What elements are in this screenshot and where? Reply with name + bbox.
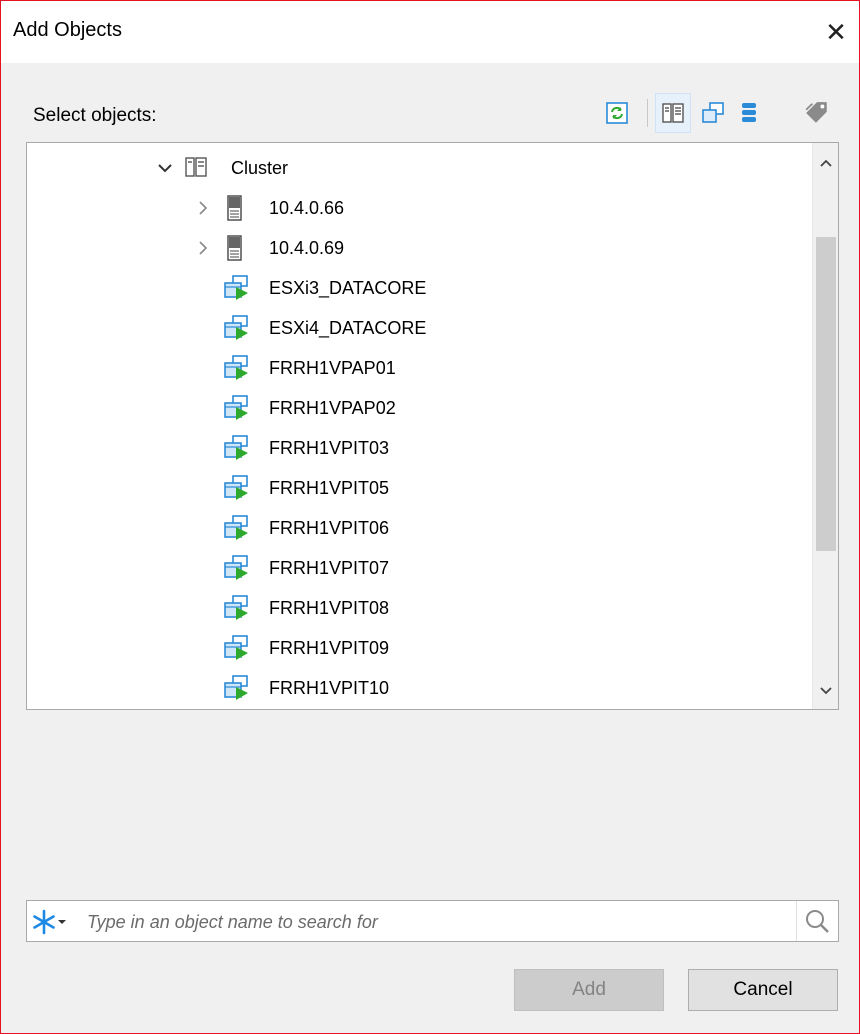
tree-node-host[interactable]: 10.4.0.69: [27, 228, 807, 268]
search-input[interactable]: [85, 907, 785, 937]
vm-icon: [223, 435, 249, 461]
tree-node-label: Cluster: [231, 157, 289, 178]
chevron-down-icon[interactable]: [155, 158, 175, 178]
add-button[interactable]: Add: [514, 969, 664, 1011]
vm-icon: [223, 595, 249, 621]
tree-node-vm[interactable]: ESXi4_DATACORE: [27, 308, 807, 348]
vm-icon: [223, 395, 249, 421]
search-box: [26, 900, 839, 942]
chevron-right-icon[interactable]: [193, 198, 213, 218]
tree-node-label: FRRH1VPIT10: [269, 677, 390, 698]
tree-node-vm[interactable]: FRRH1VPAP02: [27, 388, 807, 428]
tree-node-vm[interactable]: ESXi3_DATACORE: [27, 268, 807, 308]
vm-icon: [223, 635, 249, 661]
cluster-icon: [184, 155, 210, 181]
tree-node-vm[interactable]: FRRH1VPIT06: [27, 508, 807, 548]
chevron-up-icon: [820, 159, 832, 167]
tree-node-vm[interactable]: FRRH1VPIT08: [27, 588, 807, 628]
vms-and-templates-view-button[interactable]: [695, 93, 731, 133]
tree-node-vm[interactable]: FRRH1VPIT10: [27, 668, 807, 708]
datastores-icon: [742, 103, 756, 122]
refresh-button[interactable]: [599, 93, 635, 133]
search-button[interactable]: [796, 901, 836, 941]
refresh-icon: [606, 102, 628, 124]
tree-node-host[interactable]: 10.4.0.66: [27, 188, 807, 228]
tree-node-vm[interactable]: FRRH1VPIT07: [27, 548, 807, 588]
close-button[interactable]: ✕: [813, 1, 859, 63]
search-icon: [805, 910, 829, 933]
scroll-up-button[interactable]: [813, 149, 838, 177]
tree-node-vm[interactable]: FRRH1VPIT11: [27, 708, 807, 709]
chevron-down-icon: [820, 687, 832, 695]
view-toolbar: [599, 93, 839, 133]
vm-icon: [223, 355, 249, 381]
tree-node-vm[interactable]: FRRH1VPAP01: [27, 348, 807, 388]
close-icon: ✕: [825, 16, 847, 47]
tree-node-vm[interactable]: FRRH1VPIT09: [27, 628, 807, 668]
tree-node-label: FRRH1VPIT05: [269, 477, 390, 498]
tags-icon: [805, 102, 827, 123]
tree-node-label: ESXi3_DATACORE: [269, 277, 427, 298]
tree-scrollbar[interactable]: [812, 143, 838, 709]
tree-node-label: 10.4.0.66: [269, 197, 345, 218]
tree-node-label: FRRH1VPIT03: [269, 437, 390, 458]
search-mode-dropdown[interactable]: [31, 907, 81, 937]
hosts-and-clusters-icon: [662, 103, 684, 123]
cancel-button[interactable]: Cancel: [688, 969, 838, 1011]
tree-node-label: FRRH1VPIT06: [269, 517, 390, 538]
tree-node-vm[interactable]: FRRH1VPIT03: [27, 428, 807, 468]
select-objects-label: Select objects:: [33, 105, 157, 126]
vm-icon: [223, 515, 249, 541]
tree-node-label: 10.4.0.69: [269, 237, 345, 258]
host-server-icon: [223, 195, 249, 221]
host-server-icon: [223, 235, 249, 261]
tree-node-label: FRRH1VPAP01: [269, 357, 396, 378]
add-objects-dialog: Add Objects ✕ Select objects: Cluster 10…: [0, 0, 860, 1034]
object-tree[interactable]: Cluster 10.4.0.66 10.4.0.69 ESXi3_DATACO…: [26, 142, 839, 710]
tree-node-label: FRRH1VPIT09: [269, 637, 390, 658]
scroll-down-button[interactable]: [813, 677, 838, 705]
tree-node-cluster[interactable]: Cluster: [27, 148, 807, 188]
tree-node-label: FRRH1VPIT08: [269, 597, 390, 618]
tree-node-vm[interactable]: FRRH1VPIT05: [27, 468, 807, 508]
tree-node-label: FRRH1VPAP02: [269, 397, 396, 418]
vm-icon: [223, 475, 249, 501]
tree-node-label: ESXi4_DATACORE: [269, 317, 427, 338]
scroll-thumb[interactable]: [816, 237, 836, 551]
tree-node-label: FRRH1VPIT07: [269, 557, 390, 578]
toolbar-separator: [647, 99, 648, 127]
vm-icon: [223, 315, 249, 341]
asterisk-icon: [33, 909, 55, 935]
hosts-and-clusters-view-button[interactable]: [655, 93, 691, 133]
dialog-title: Add Objects: [13, 19, 122, 41]
vms-and-templates-icon: [702, 102, 724, 123]
dropdown-arrow-icon: [58, 920, 66, 924]
title-bar: Add Objects ✕: [1, 1, 859, 63]
vm-icon: [223, 275, 249, 301]
tags-view-button[interactable]: [799, 93, 835, 133]
vm-icon: [223, 555, 249, 581]
vm-icon: [223, 675, 249, 701]
chevron-right-icon[interactable]: [193, 238, 213, 258]
datastores-view-button[interactable]: [731, 93, 767, 133]
